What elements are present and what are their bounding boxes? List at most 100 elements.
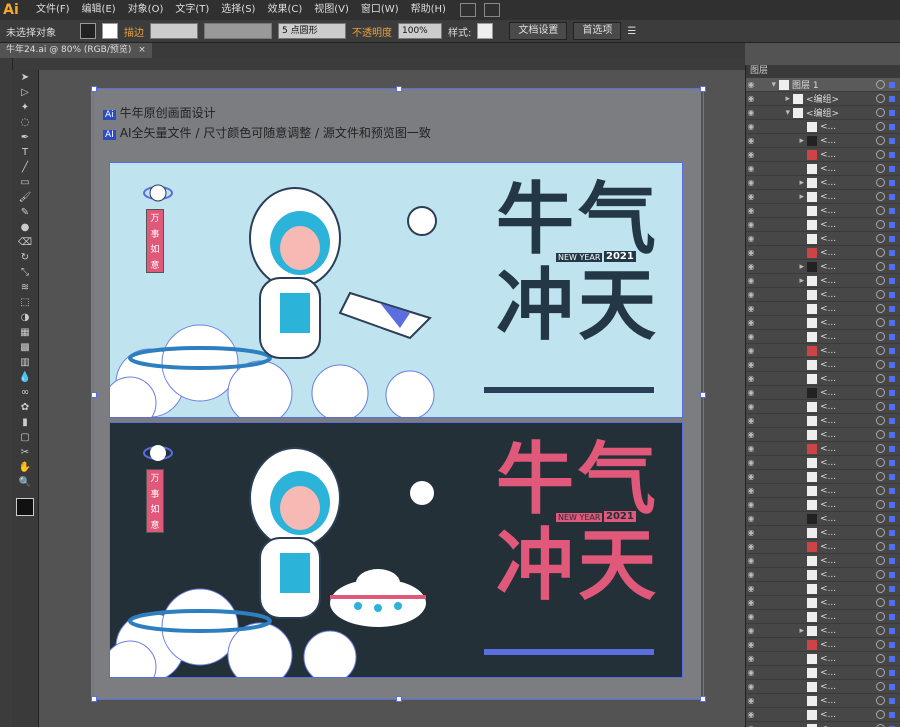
visibility-eye-icon[interactable]: ◉: [746, 710, 756, 719]
selection-indicator[interactable]: [889, 557, 895, 564]
expand-arrow-icon[interactable]: ▸: [756, 276, 804, 286]
layer-row[interactable]: ◉ <...: [746, 246, 900, 260]
direct-select-icon[interactable]: ▷: [12, 85, 38, 100]
selection-indicator[interactable]: [889, 305, 895, 312]
close-tab-icon[interactable]: ×: [138, 45, 146, 55]
mesh-icon[interactable]: ▩: [12, 340, 38, 355]
layer-name[interactable]: <编组>: [806, 106, 839, 119]
target-circle-icon[interactable]: [876, 304, 885, 313]
layer-name[interactable]: <...: [820, 220, 836, 230]
layer-name[interactable]: <...: [820, 570, 836, 580]
visibility-eye-icon[interactable]: ◉: [746, 640, 756, 649]
visibility-eye-icon[interactable]: ◉: [746, 122, 756, 131]
layer-name[interactable]: <...: [820, 500, 836, 510]
visibility-eye-icon[interactable]: ◉: [746, 626, 756, 635]
menu-item[interactable]: 对象(O): [122, 0, 170, 20]
layer-name[interactable]: <...: [820, 626, 836, 636]
width-icon[interactable]: ≋: [12, 280, 38, 295]
layer-row[interactable]: ◉ <...: [746, 344, 900, 358]
resize-handle[interactable]: [396, 86, 402, 92]
arrange-documents-icon[interactable]: [483, 3, 500, 17]
layer-row[interactable]: ◉ <...: [746, 540, 900, 554]
magic-wand-icon[interactable]: ✦: [12, 100, 38, 115]
layer-row[interactable]: ◉ <...: [746, 526, 900, 540]
target-circle-icon[interactable]: [876, 318, 885, 327]
layer-name[interactable]: <...: [820, 248, 836, 258]
target-circle-icon[interactable]: [876, 542, 885, 551]
menu-item[interactable]: 视图(V): [308, 0, 355, 20]
blob-brush-icon[interactable]: ●: [12, 220, 38, 235]
visibility-eye-icon[interactable]: ◉: [746, 514, 756, 523]
visibility-eye-icon[interactable]: ◉: [746, 458, 756, 467]
stroke-label[interactable]: 描边: [124, 24, 144, 39]
target-circle-icon[interactable]: [876, 248, 885, 257]
selection-indicator[interactable]: [889, 431, 895, 438]
selection-indicator[interactable]: [889, 81, 895, 88]
expand-arrow-icon[interactable]: ▾: [756, 108, 790, 118]
target-circle-icon[interactable]: [876, 654, 885, 663]
layer-name[interactable]: <...: [820, 290, 836, 300]
visibility-eye-icon[interactable]: ◉: [746, 416, 756, 425]
layer-name[interactable]: <...: [820, 598, 836, 608]
layer-name[interactable]: <...: [820, 402, 836, 412]
preferences-button[interactable]: 首选项: [573, 22, 622, 40]
selection-indicator[interactable]: [889, 711, 895, 718]
menu-item[interactable]: 文件(F): [30, 0, 76, 20]
target-circle-icon[interactable]: [876, 150, 885, 159]
selection-indicator[interactable]: [889, 389, 895, 396]
layer-row[interactable]: ◉ <...: [746, 372, 900, 386]
target-circle-icon[interactable]: [876, 290, 885, 299]
layer-row[interactable]: ◉ ▸ <...: [746, 624, 900, 638]
visibility-eye-icon[interactable]: ◉: [746, 150, 756, 159]
target-circle-icon[interactable]: [876, 234, 885, 243]
layer-row[interactable]: ◉ <...: [746, 232, 900, 246]
layer-row[interactable]: ◉ <...: [746, 330, 900, 344]
target-circle-icon[interactable]: [876, 500, 885, 509]
visibility-eye-icon[interactable]: ◉: [746, 696, 756, 705]
hand-icon[interactable]: ✋: [12, 460, 38, 475]
selection-indicator[interactable]: [889, 361, 895, 368]
shape-builder-icon[interactable]: ◑: [12, 310, 38, 325]
bridge-icon[interactable]: [459, 3, 476, 17]
fill-swatch[interactable]: [80, 23, 96, 39]
target-circle-icon[interactable]: [876, 178, 885, 187]
selection-indicator[interactable]: [889, 487, 895, 494]
menu-item[interactable]: 窗口(W): [355, 0, 405, 20]
layer-row[interactable]: ◉ <...: [746, 484, 900, 498]
layer-name[interactable]: <...: [820, 262, 836, 272]
graph-icon[interactable]: ▮: [12, 415, 38, 430]
layer-name[interactable]: <...: [820, 178, 836, 188]
menu-item[interactable]: 效果(C): [261, 0, 308, 20]
layer-name[interactable]: <...: [820, 416, 836, 426]
layer-name[interactable]: <...: [820, 486, 836, 496]
resize-handle[interactable]: [700, 86, 706, 92]
layer-name[interactable]: <...: [820, 332, 836, 342]
visibility-eye-icon[interactable]: ◉: [746, 80, 756, 89]
slice-icon[interactable]: ✂: [12, 445, 38, 460]
layer-name[interactable]: <...: [820, 654, 836, 664]
selection-indicator[interactable]: [889, 193, 895, 200]
layer-name[interactable]: <...: [820, 584, 836, 594]
gradient-icon[interactable]: ▥: [12, 355, 38, 370]
layer-row[interactable]: ◉ <...: [746, 162, 900, 176]
layer-name[interactable]: 图层 1: [792, 78, 819, 91]
expand-arrow-icon[interactable]: ▸: [756, 262, 804, 272]
visibility-eye-icon[interactable]: ◉: [746, 192, 756, 201]
visibility-eye-icon[interactable]: ◉: [746, 444, 756, 453]
layer-row[interactable]: ◉ <...: [746, 638, 900, 652]
pencil-icon[interactable]: ✎: [12, 205, 38, 220]
layer-name[interactable]: <...: [820, 458, 836, 468]
brush-definition[interactable]: 5 点圆形: [278, 23, 346, 39]
target-circle-icon[interactable]: [876, 276, 885, 285]
selection-indicator[interactable]: [889, 655, 895, 662]
layer-name[interactable]: <...: [820, 514, 836, 524]
paintbrush-icon[interactable]: 🖌: [12, 190, 38, 205]
selection-indicator[interactable]: [889, 333, 895, 340]
layer-row[interactable]: ◉ <...: [746, 498, 900, 512]
target-circle-icon[interactable]: [876, 94, 885, 103]
fill-stroke-swatch[interactable]: [16, 498, 34, 516]
selection-indicator[interactable]: [889, 235, 895, 242]
target-circle-icon[interactable]: [876, 80, 885, 89]
visibility-eye-icon[interactable]: ◉: [746, 654, 756, 663]
visibility-eye-icon[interactable]: ◉: [746, 108, 756, 117]
